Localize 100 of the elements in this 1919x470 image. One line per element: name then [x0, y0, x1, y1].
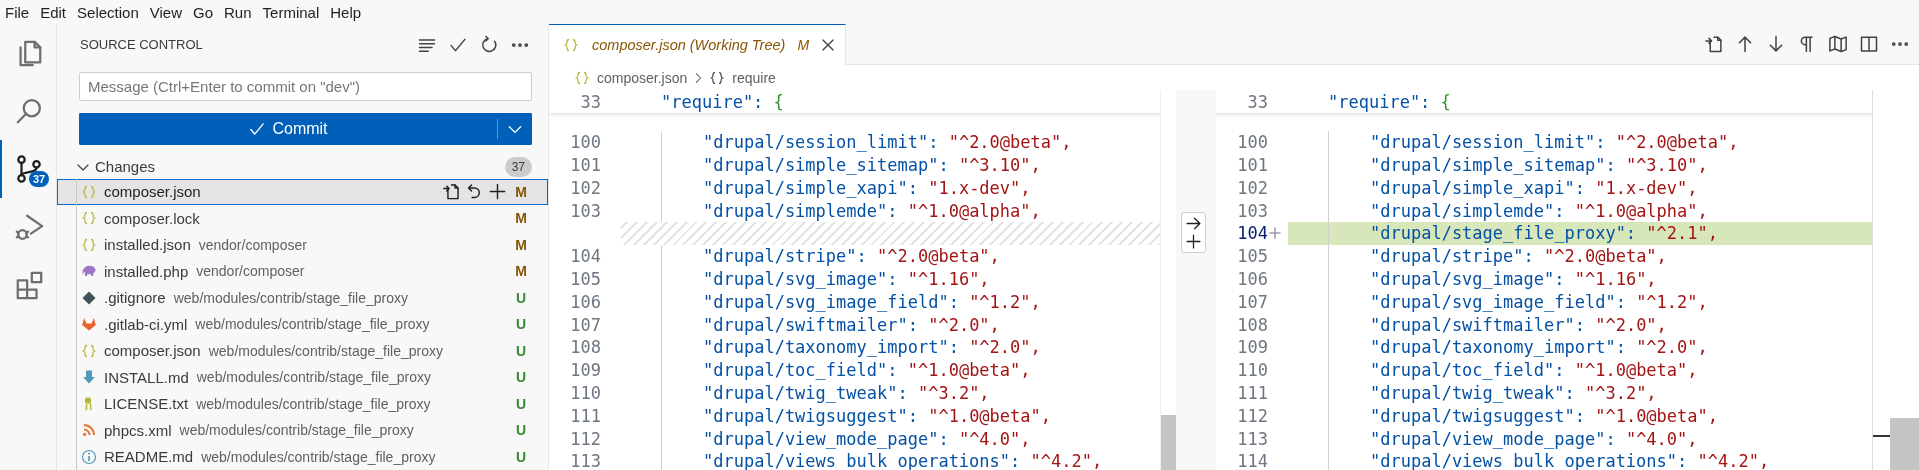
file-list-item[interactable]: composer.json M	[57, 178, 548, 205]
search-icon[interactable]	[14, 96, 44, 126]
code-line: "drupal/twigsuggest": "^1.0@beta",	[703, 405, 1051, 426]
breadcrumb-item[interactable]: require	[732, 69, 776, 86]
refresh-icon[interactable]	[479, 34, 499, 55]
code-line: "drupal/twig_tweak": "^3.2",	[1370, 382, 1657, 403]
file-name: INSTALL.md	[104, 368, 189, 386]
file-status: U	[515, 448, 527, 465]
fox-icon	[81, 316, 97, 333]
braces-icon	[81, 183, 97, 200]
file-status: M	[515, 263, 527, 280]
braces-icon	[81, 342, 97, 359]
run-debug-icon[interactable]	[14, 212, 44, 242]
file-path: web/modules/contrib/stage_file_proxy	[195, 316, 431, 333]
line-number: 100	[1236, 132, 1268, 153]
line-number: 102	[1236, 177, 1268, 198]
map-icon[interactable]	[1828, 34, 1848, 54]
extensions-icon[interactable]	[14, 270, 44, 300]
scrollbar-thumb[interactable]	[1890, 418, 1919, 470]
file-name: composer.json	[104, 342, 201, 360]
code-line: "require": {	[661, 91, 784, 112]
code-line: "drupal/stripe": "^2.0@beta",	[1370, 246, 1667, 267]
line-number: 102	[569, 177, 601, 198]
code-line: "drupal/svg_image_field": "^1.2",	[1370, 291, 1708, 312]
plus-icon[interactable]	[488, 182, 507, 202]
line-number: 114	[1236, 451, 1268, 470]
revert-change-button[interactable]	[1181, 212, 1206, 253]
code-line: "drupal/views bulk operations": "^4.2",	[1370, 451, 1770, 470]
open-file-icon[interactable]	[442, 182, 461, 202]
code-line: "drupal/swiftmailer": "^2.0",	[703, 314, 1000, 335]
code-line: "drupal/toc_field": "^1.0@beta",	[703, 360, 1031, 381]
line-number: 113	[569, 451, 601, 470]
menu-item[interactable]: Go	[188, 3, 219, 21]
line-number: 101	[1236, 155, 1268, 175]
line-number: 105	[569, 268, 601, 289]
commit-message-field[interactable]: Message (Ctrl+Enter to commit on "dev")	[79, 71, 532, 102]
code-line: "drupal/session_limit": "^2.0@beta",	[703, 132, 1072, 153]
breadcrumb-item[interactable]: composer.json	[597, 69, 688, 86]
code-line: "drupal/swiftmailer": "^2.0",	[1370, 314, 1667, 335]
menu-item[interactable]: Selection	[72, 3, 145, 21]
code-line: "drupal/view_mode_page": "^4.0",	[1370, 428, 1698, 449]
file-list-item[interactable]: composer.lock M	[57, 205, 548, 232]
file-list-item[interactable]: installed.json vendor/composer M	[57, 231, 548, 258]
code-line: "drupal/simplemde": "^1.0@alpha",	[703, 200, 1041, 221]
split-editor-icon[interactable]	[1859, 34, 1879, 54]
file-name: phpcs.xml	[104, 421, 172, 439]
line-number: 111	[569, 405, 601, 426]
line-number: 110	[1236, 360, 1268, 381]
line-number: 101	[569, 155, 601, 175]
file-status: U	[515, 289, 527, 306]
line-number: 110	[569, 382, 601, 403]
line-number: 104	[1236, 223, 1268, 244]
file-name: installed.json	[104, 236, 191, 254]
count-badge: 37	[504, 156, 532, 177]
braces-icon	[81, 210, 97, 227]
file-list-item[interactable]: .gitignore web/modules/contrib/stage_file_proxy U	[57, 284, 548, 311]
file-path: web/modules/contrib/stage_file_proxy	[173, 289, 409, 306]
tab-title: composer.json (Working Tree)	[592, 37, 786, 53]
section-title[interactable]: Changes	[95, 158, 505, 176]
file-name: composer.lock	[104, 209, 200, 227]
braces-icon	[563, 37, 579, 53]
file-list-item[interactable]: .gitlab-ci.yml web/modules/contrib/stage_file_proxy U	[57, 311, 548, 338]
menu-item[interactable]: Help	[325, 3, 368, 21]
editor-tab[interactable]: composer.json (Working Tree) M	[549, 24, 847, 65]
line-number: 106	[1236, 268, 1268, 289]
file-list-item[interactable]: installed.php vendor/composer M	[57, 258, 548, 285]
file-list-item[interactable]: composer.json web/modules/contrib/stage_file_proxy U	[57, 337, 548, 364]
file-list-item[interactable]: phpcs.xml web/modules/contrib/stage_file_proxy U	[57, 417, 548, 444]
open-file-icon[interactable]	[1704, 34, 1724, 54]
code-line: "drupal/svg_image": "^1.16",	[703, 268, 990, 289]
line-number: 103	[569, 200, 601, 221]
line-number: 107	[569, 314, 601, 335]
menu-item[interactable]: View	[144, 3, 188, 21]
line-number: 113	[1236, 428, 1268, 449]
scrollbar-thumb[interactable]	[1161, 415, 1176, 470]
file-list-item[interactable]: LICENSE.txt web/modules/contrib/stage_file_proxy U	[57, 390, 548, 417]
file-name: LICENSE.txt	[104, 395, 189, 413]
menu-item[interactable]: Run	[219, 3, 258, 21]
code-line: "drupal/simple_xapi": "1.x-dev",	[1370, 177, 1698, 198]
code-line: "drupal/taxonomy_import": "^2.0",	[1370, 337, 1708, 358]
file-list-item[interactable]: README.md web/modules/contrib/stage_file_proxy U	[57, 443, 548, 470]
file-status: M	[515, 210, 527, 227]
menu-item[interactable]: Terminal	[257, 3, 326, 21]
count-badge: 37	[29, 171, 50, 187]
line-number: 109	[1236, 337, 1268, 358]
line-number: 106	[569, 291, 601, 312]
code-line: "drupal/view_mode_page": "^4.0",	[703, 428, 1031, 449]
code-line: "drupal/views bulk operations": "^4.2",	[703, 451, 1103, 470]
branch-icon[interactable]	[14, 154, 44, 184]
code-line: "drupal/simple_xapi": "1.x-dev",	[703, 177, 1031, 198]
file-list-item[interactable]: INSTALL.md web/modules/contrib/stage_file_proxy U	[57, 364, 548, 391]
line-number: 109	[569, 360, 601, 381]
code-line: "drupal/simplemde": "^1.0@alpha",	[1370, 200, 1708, 221]
code-line: "drupal/session_limit": "^2.0@beta",	[1370, 132, 1739, 153]
menu-item[interactable]: Edit	[35, 3, 73, 21]
plus-icon	[1185, 232, 1202, 250]
file-path: web/modules/contrib/stage_file_proxy	[201, 448, 437, 465]
menu-item[interactable]: File	[0, 3, 36, 21]
code-line: "drupal/stage_file_proxy": "^2.1",	[1370, 223, 1718, 244]
info-icon	[81, 448, 97, 465]
